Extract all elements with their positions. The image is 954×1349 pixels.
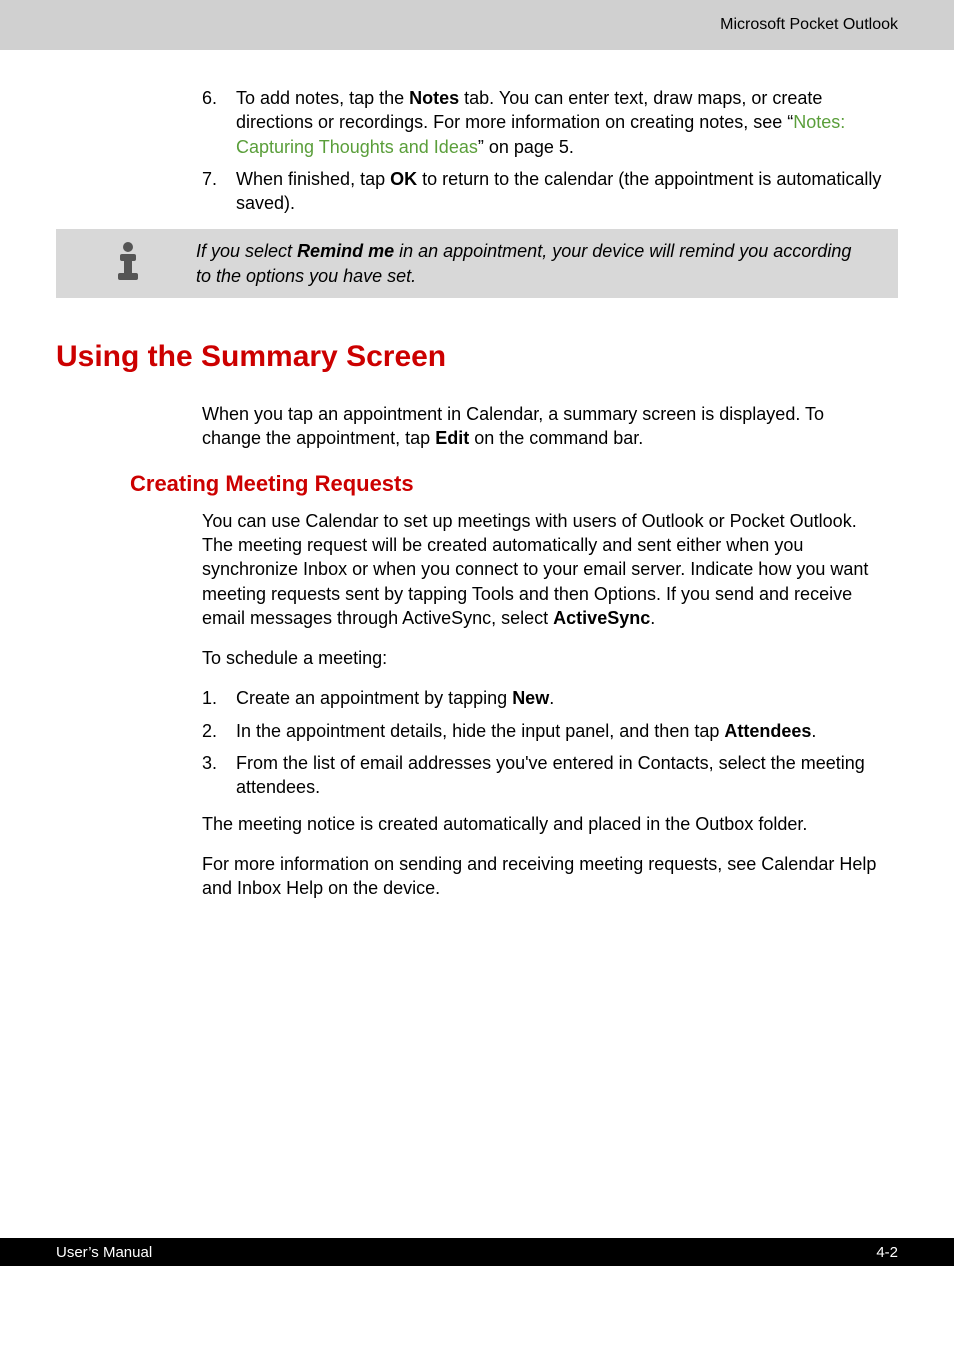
bold-new: New — [512, 688, 549, 708]
text-span: ” on page 5. — [478, 137, 574, 157]
meeting-steps-list: 1. Create an appointment by tapping New.… — [202, 686, 898, 799]
note-text: If you select Remind me in an appointmen… — [196, 239, 884, 288]
item-number: 3. — [202, 751, 236, 800]
heading-summary-screen: Using the Summary Screen — [56, 340, 898, 374]
list-item-6: 6. To add notes, tap the Notes tab. You … — [202, 86, 898, 159]
text-span: In the appointment details, hide the inp… — [236, 721, 724, 741]
text-span: on the command bar. — [469, 428, 643, 448]
text-span: When finished, tap — [236, 169, 390, 189]
footer-left: User’s Manual — [56, 1244, 152, 1261]
item-text: From the list of email addresses you've … — [236, 751, 898, 800]
header-title: Microsoft Pocket Outlook — [720, 16, 898, 34]
bold-notes: Notes — [409, 88, 459, 108]
paragraph: For more information on sending and rece… — [202, 852, 898, 901]
footer-bar: User’s Manual 4-2 — [0, 1238, 954, 1266]
text-span: . — [650, 608, 655, 628]
paragraph: When you tap an appointment in Calendar,… — [202, 402, 898, 451]
info-icon — [106, 239, 150, 283]
paragraph: To schedule a meeting: — [202, 646, 898, 670]
item-text: In the appointment details, hide the inp… — [236, 719, 898, 743]
item-number: 6. — [202, 86, 236, 159]
item-number: 2. — [202, 719, 236, 743]
list-item-2: 2. In the appointment details, hide the … — [202, 719, 898, 743]
bold-edit: Edit — [435, 428, 469, 448]
item-number: 7. — [202, 167, 236, 216]
list-item-1: 1. Create an appointment by tapping New. — [202, 686, 898, 710]
info-note-box: If you select Remind me in an appointmen… — [56, 229, 898, 298]
paragraph: The meeting notice is created automatica… — [202, 812, 898, 836]
list-item-3: 3. From the list of email addresses you'… — [202, 751, 898, 800]
text-span: . — [549, 688, 554, 708]
heading-meeting-requests: Creating Meeting Requests — [130, 471, 898, 497]
page-content: 6. To add notes, tap the Notes tab. You … — [0, 86, 954, 901]
footer-right: 4-2 — [876, 1244, 898, 1261]
text-span: . — [811, 721, 816, 741]
text-span: To add notes, tap the — [236, 88, 409, 108]
top-numbered-list: 6. To add notes, tap the Notes tab. You … — [202, 86, 898, 215]
item-text: To add notes, tap the Notes tab. You can… — [236, 86, 898, 159]
list-item-7: 7. When finished, tap OK to return to th… — [202, 167, 898, 216]
item-number: 1. — [202, 686, 236, 710]
header-bar: Microsoft Pocket Outlook — [0, 0, 954, 50]
item-text: When finished, tap OK to return to the c… — [236, 167, 898, 216]
bold-remind-me: Remind me — [297, 241, 394, 261]
text-span: You can use Calendar to set up meetings … — [202, 511, 868, 628]
text-span: Create an appointment by tapping — [236, 688, 512, 708]
bold-ok: OK — [390, 169, 422, 189]
bold-activesync: ActiveSync — [553, 608, 650, 628]
bold-attendees: Attendees — [724, 721, 811, 741]
paragraph: You can use Calendar to set up meetings … — [202, 509, 898, 630]
item-text: Create an appointment by tapping New. — [236, 686, 898, 710]
text-span: If you select — [196, 241, 297, 261]
